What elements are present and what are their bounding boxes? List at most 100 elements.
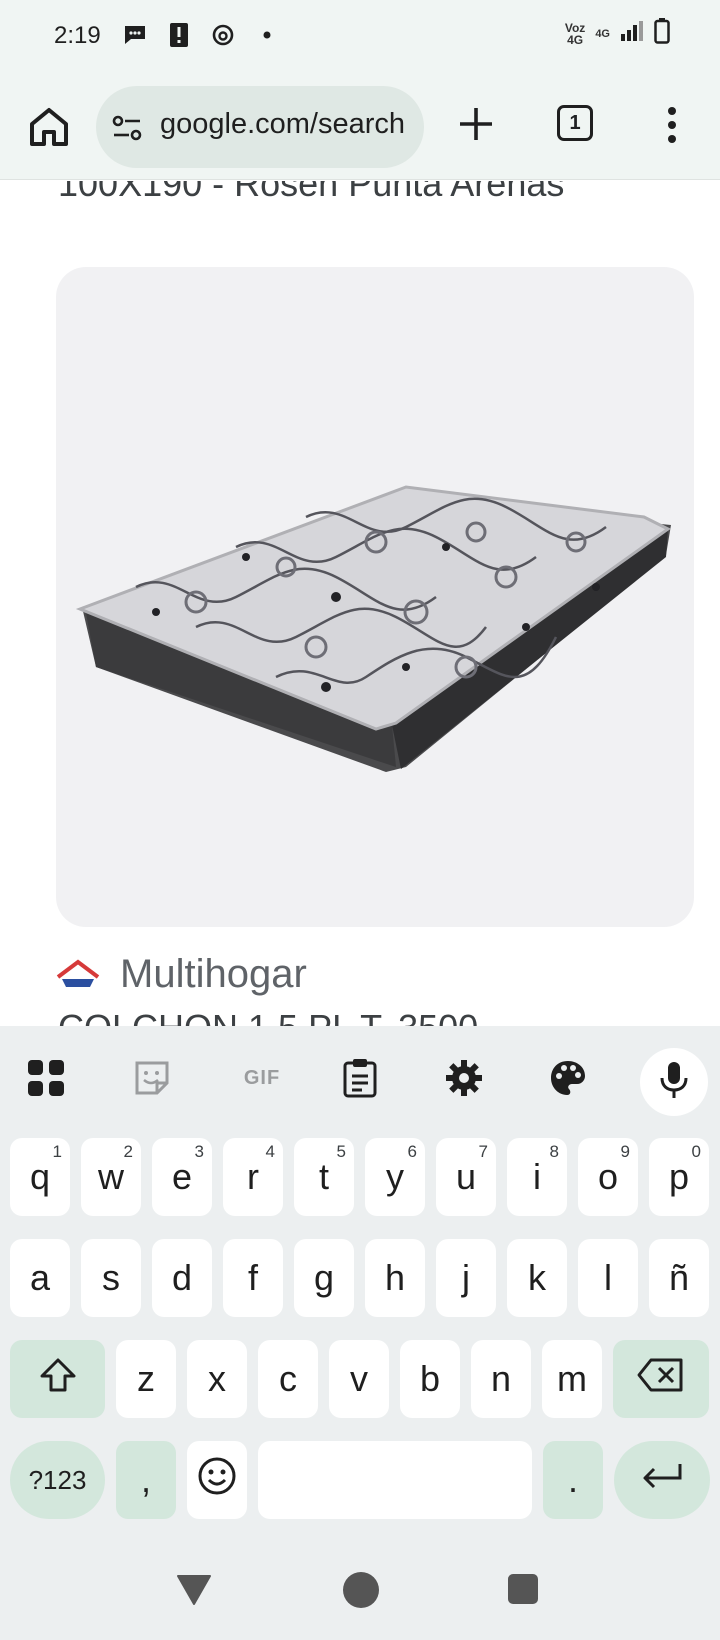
key-label: x (208, 1358, 226, 1399)
key-a[interactable]: a (10, 1239, 70, 1317)
key-e[interactable]: e3 (152, 1138, 212, 1216)
key-label: t (318, 1156, 329, 1197)
chat-bubble-icon (122, 22, 148, 48)
signal-icon (620, 20, 644, 47)
key-label: ñ (668, 1257, 690, 1298)
period-key[interactable]: . (543, 1441, 603, 1519)
key-y[interactable]: y6 (365, 1138, 425, 1216)
system-nav-bar (0, 1546, 720, 1640)
key-hint: 5 (336, 1142, 346, 1161)
space-key[interactable] (258, 1441, 532, 1519)
enter-key[interactable] (614, 1441, 710, 1519)
network-type: Voz 4G (565, 22, 585, 46)
shift-key[interactable] (10, 1340, 105, 1418)
result-title-previous[interactable]: 100X190 - Rosen Punta Arenas (58, 181, 564, 205)
key-label: r (247, 1156, 259, 1197)
key-h[interactable]: h (365, 1239, 425, 1317)
threads-icon (210, 22, 236, 48)
key-f[interactable]: f (223, 1239, 283, 1317)
key-label: w (98, 1156, 124, 1197)
new-tab-icon[interactable] (454, 102, 498, 146)
key-hint: 0 (691, 1142, 701, 1161)
key-o[interactable]: o9 (578, 1138, 638, 1216)
key-hint: 9 (620, 1142, 630, 1161)
microphone-icon (659, 1060, 689, 1105)
key-hint: 3 (194, 1142, 204, 1161)
key-label: m (557, 1358, 587, 1399)
key-c[interactable]: c (258, 1340, 318, 1418)
key-q[interactable]: q1 (10, 1138, 70, 1216)
key-label: p (668, 1156, 690, 1197)
alert-icon (166, 22, 192, 48)
symbols-key[interactable]: ?123 (10, 1441, 105, 1519)
key-k[interactable]: k (507, 1239, 567, 1317)
key-g[interactable]: g (294, 1239, 354, 1317)
site-settings-icon[interactable] (112, 114, 142, 142)
key-hint: 6 (407, 1142, 417, 1161)
key-label: o (597, 1156, 619, 1197)
key-hint: 4 (265, 1142, 275, 1161)
status-bar: 2:19 Voz 4G 4G (0, 0, 720, 76)
address-bar[interactable]: google.com/search (96, 86, 424, 168)
key-label: j (462, 1257, 470, 1298)
palette-icon[interactable] (546, 1056, 590, 1100)
key-m[interactable]: m (542, 1340, 602, 1418)
key-label: l (604, 1257, 612, 1298)
key-z[interactable]: z (116, 1340, 176, 1418)
key-hint: 2 (123, 1142, 133, 1161)
key-u[interactable]: u7 (436, 1138, 496, 1216)
enter-icon (640, 1459, 684, 1501)
key-b[interactable]: b (400, 1340, 460, 1418)
key-j[interactable]: j (436, 1239, 496, 1317)
gif-icon[interactable]: GIF (232, 1056, 292, 1100)
microphone-button[interactable] (640, 1048, 708, 1116)
apps-grid-icon[interactable] (24, 1056, 68, 1100)
key-s[interactable]: s (81, 1239, 141, 1317)
recent-apps-icon[interactable] (508, 1574, 538, 1604)
key-l[interactable]: l (578, 1239, 638, 1317)
key-x[interactable]: x (187, 1340, 247, 1418)
key-n-tilde[interactable]: ñ (649, 1239, 709, 1317)
clipboard-icon[interactable] (338, 1056, 382, 1100)
key-d[interactable]: d (152, 1239, 212, 1317)
key-i[interactable]: i8 (507, 1138, 567, 1216)
key-label: i (533, 1156, 541, 1197)
status-notification-icons (122, 22, 280, 48)
network-voz-label: Voz (564, 20, 586, 35)
emoji-icon (197, 1456, 237, 1505)
result-source[interactable]: Multihogar (56, 949, 307, 999)
result-title[interactable]: COLCHON 1.5 PL T. 3500 (58, 1007, 478, 1026)
key-label: q (29, 1156, 51, 1197)
more-options-icon[interactable] (660, 103, 684, 147)
multihogar-logo-icon (56, 959, 100, 989)
browser-toolbar: google.com/search 1 (0, 76, 720, 180)
url-text: google.com/search (160, 108, 406, 140)
comma-key[interactable]: , (116, 1441, 176, 1519)
home-nav-icon[interactable] (343, 1572, 379, 1608)
emoji-key[interactable] (187, 1441, 247, 1519)
key-label: n (490, 1358, 512, 1399)
key-w[interactable]: w2 (81, 1138, 141, 1216)
key-p[interactable]: p0 (649, 1138, 709, 1216)
status-time: 2:19 (54, 22, 101, 49)
back-icon[interactable] (176, 1574, 212, 1606)
key-t[interactable]: t5 (294, 1138, 354, 1216)
home-icon[interactable] (26, 104, 72, 150)
tab-switcher-button[interactable]: 1 (557, 105, 593, 141)
key-label: u (455, 1156, 477, 1197)
key-n[interactable]: n (471, 1340, 531, 1418)
key-r[interactable]: r4 (223, 1138, 283, 1216)
key-label: y (386, 1156, 404, 1197)
key-hint: 1 (52, 1142, 62, 1161)
battery-icon (654, 18, 670, 49)
key-label: s (102, 1257, 120, 1298)
backspace-key[interactable] (613, 1340, 709, 1418)
network-4g-label: 4G (567, 32, 584, 47)
result-image-card[interactable] (56, 267, 694, 927)
settings-icon[interactable] (442, 1056, 486, 1100)
key-label: z (137, 1358, 155, 1399)
dot-icon (254, 22, 280, 48)
key-v[interactable]: v (329, 1340, 389, 1418)
sticker-icon[interactable] (130, 1056, 174, 1100)
key-hint: 7 (478, 1142, 488, 1161)
